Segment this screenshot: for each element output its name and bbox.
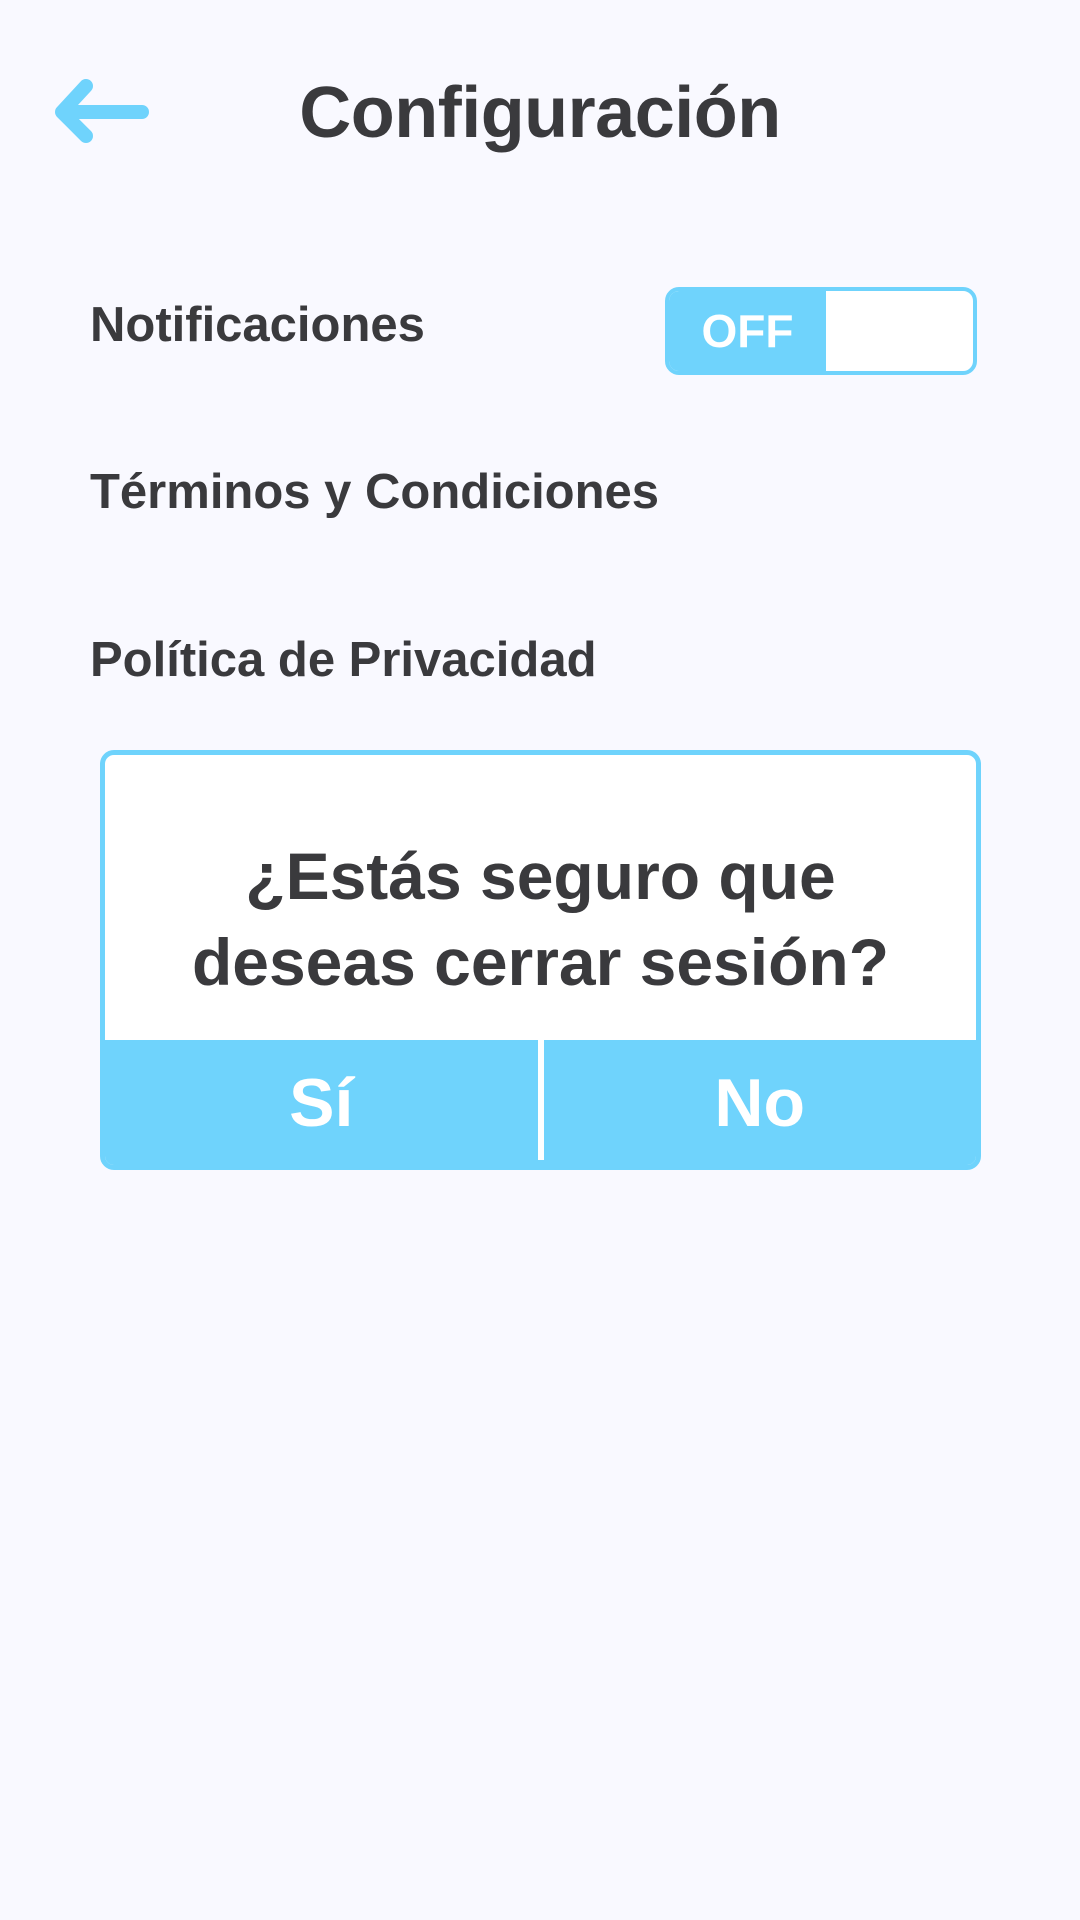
- notifications-label: Notificaciones: [90, 298, 425, 352]
- header: Configuración: [0, 0, 1080, 230]
- confirm-no-button[interactable]: No: [544, 1040, 977, 1165]
- notifications-toggle[interactable]: OFF: [665, 287, 977, 375]
- dialog-message: ¿Estás seguro que deseas cerrar sesión?: [191, 839, 890, 999]
- logout-confirm-dialog: ¿Estás seguro que deseas cerrar sesión? …: [100, 750, 981, 1170]
- toggle-state-label: OFF: [669, 291, 826, 371]
- confirm-yes-button[interactable]: Sí: [105, 1040, 538, 1165]
- page-title: Configuración: [299, 73, 781, 153]
- terms-and-conditions-item[interactable]: Términos y Condiciones: [90, 462, 659, 522]
- privacy-policy-item[interactable]: Política de Privacidad: [90, 630, 597, 690]
- dialog-actions: Sí No: [105, 1040, 976, 1165]
